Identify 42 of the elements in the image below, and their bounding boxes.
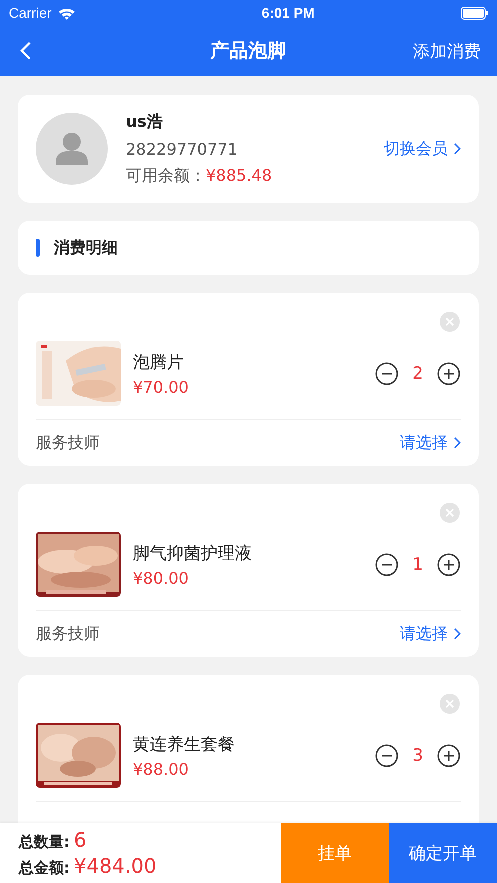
page-title: 产品泡脚 (210, 39, 286, 64)
wifi-icon (58, 6, 76, 20)
quantity-value: 3 (412, 746, 424, 766)
balance-label: 可用余额： (126, 166, 206, 186)
balance-value: ¥885.48 (206, 166, 272, 186)
quantity-value: 2 (412, 364, 424, 384)
hold-order-button[interactable]: 挂单 (281, 823, 389, 883)
total-label: 总金额: (19, 859, 70, 878)
product-price: ¥80.00 (133, 568, 190, 588)
product-price: ¥70.00 (133, 378, 190, 396)
technician-label: 服务技师 (36, 624, 100, 644)
total-value: ¥484.00 (74, 854, 157, 878)
plus-icon[interactable] (437, 552, 461, 576)
member-phone: 28229770771 (126, 140, 239, 158)
battery-icon (460, 6, 489, 20)
count-value: 6 (74, 828, 87, 852)
section-title: 消费明细 (54, 238, 118, 258)
minus-icon[interactable] (375, 552, 399, 576)
product-name: 脚气抑菌护理液 (133, 542, 253, 564)
member-name: us浩 (126, 112, 164, 132)
add-consumption-button[interactable]: 添加消费 (413, 40, 481, 62)
quantity-value: 1 (412, 554, 424, 574)
chevron-icon (454, 143, 461, 155)
avatar-icon (36, 113, 108, 185)
product-price: ¥88.00 (133, 760, 190, 778)
technician-select[interactable]: 请选择 (400, 432, 461, 454)
product-name: 泡腾片 (133, 352, 185, 374)
plus-icon[interactable] (437, 744, 461, 768)
count-label: 总数量: (19, 833, 70, 852)
technician-label: 服务技师 (36, 432, 100, 454)
plus-icon[interactable] (437, 362, 461, 386)
confirm-order-button[interactable]: 确定开单 (389, 823, 497, 883)
status-time: 6:01 PM (262, 5, 315, 21)
minus-icon[interactable] (375, 362, 399, 386)
product-name: 黄连养生套餐 (133, 734, 236, 756)
minus-icon[interactable] (375, 744, 399, 768)
switch-member-link[interactable]: 切换会员 (384, 138, 461, 160)
back-button[interactable] (20, 41, 32, 61)
chevron-icon (454, 628, 461, 640)
carrier-label: Carrier (9, 5, 52, 21)
technician-select[interactable]: 请选择 (400, 624, 461, 644)
chevron-icon (454, 437, 461, 449)
